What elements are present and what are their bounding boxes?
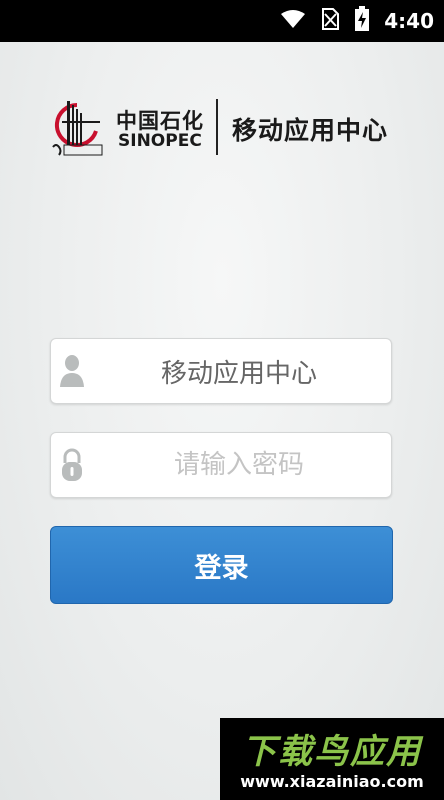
status-bar: 4:40	[0, 0, 444, 42]
battery-charging-icon	[354, 6, 370, 36]
brand-name-en: SINOPEC	[118, 131, 202, 151]
logo-header: 中国石化 SINOPEC 移动应用中心	[50, 95, 400, 165]
login-button[interactable]: 登录	[50, 526, 393, 604]
lock-icon	[59, 447, 85, 483]
password-field[interactable]	[50, 432, 392, 498]
logo-divider	[216, 99, 218, 155]
username-field[interactable]	[50, 338, 392, 404]
watermark-url: www.xiazainiao.com	[240, 772, 424, 791]
user-icon	[59, 353, 85, 389]
status-icons: 4:40	[280, 0, 434, 42]
wifi-icon	[280, 9, 306, 33]
username-input[interactable]	[91, 339, 387, 403]
app-title: 移动应用中心	[232, 116, 389, 145]
status-time: 4:40	[384, 9, 434, 33]
sinopec-logo-icon	[50, 99, 104, 157]
password-input[interactable]	[91, 433, 387, 497]
no-sim-icon	[320, 8, 340, 34]
watermark-title: 下载鸟应用	[242, 732, 422, 772]
watermark-banner: 下载鸟应用 www.xiazainiao.com	[220, 718, 444, 800]
